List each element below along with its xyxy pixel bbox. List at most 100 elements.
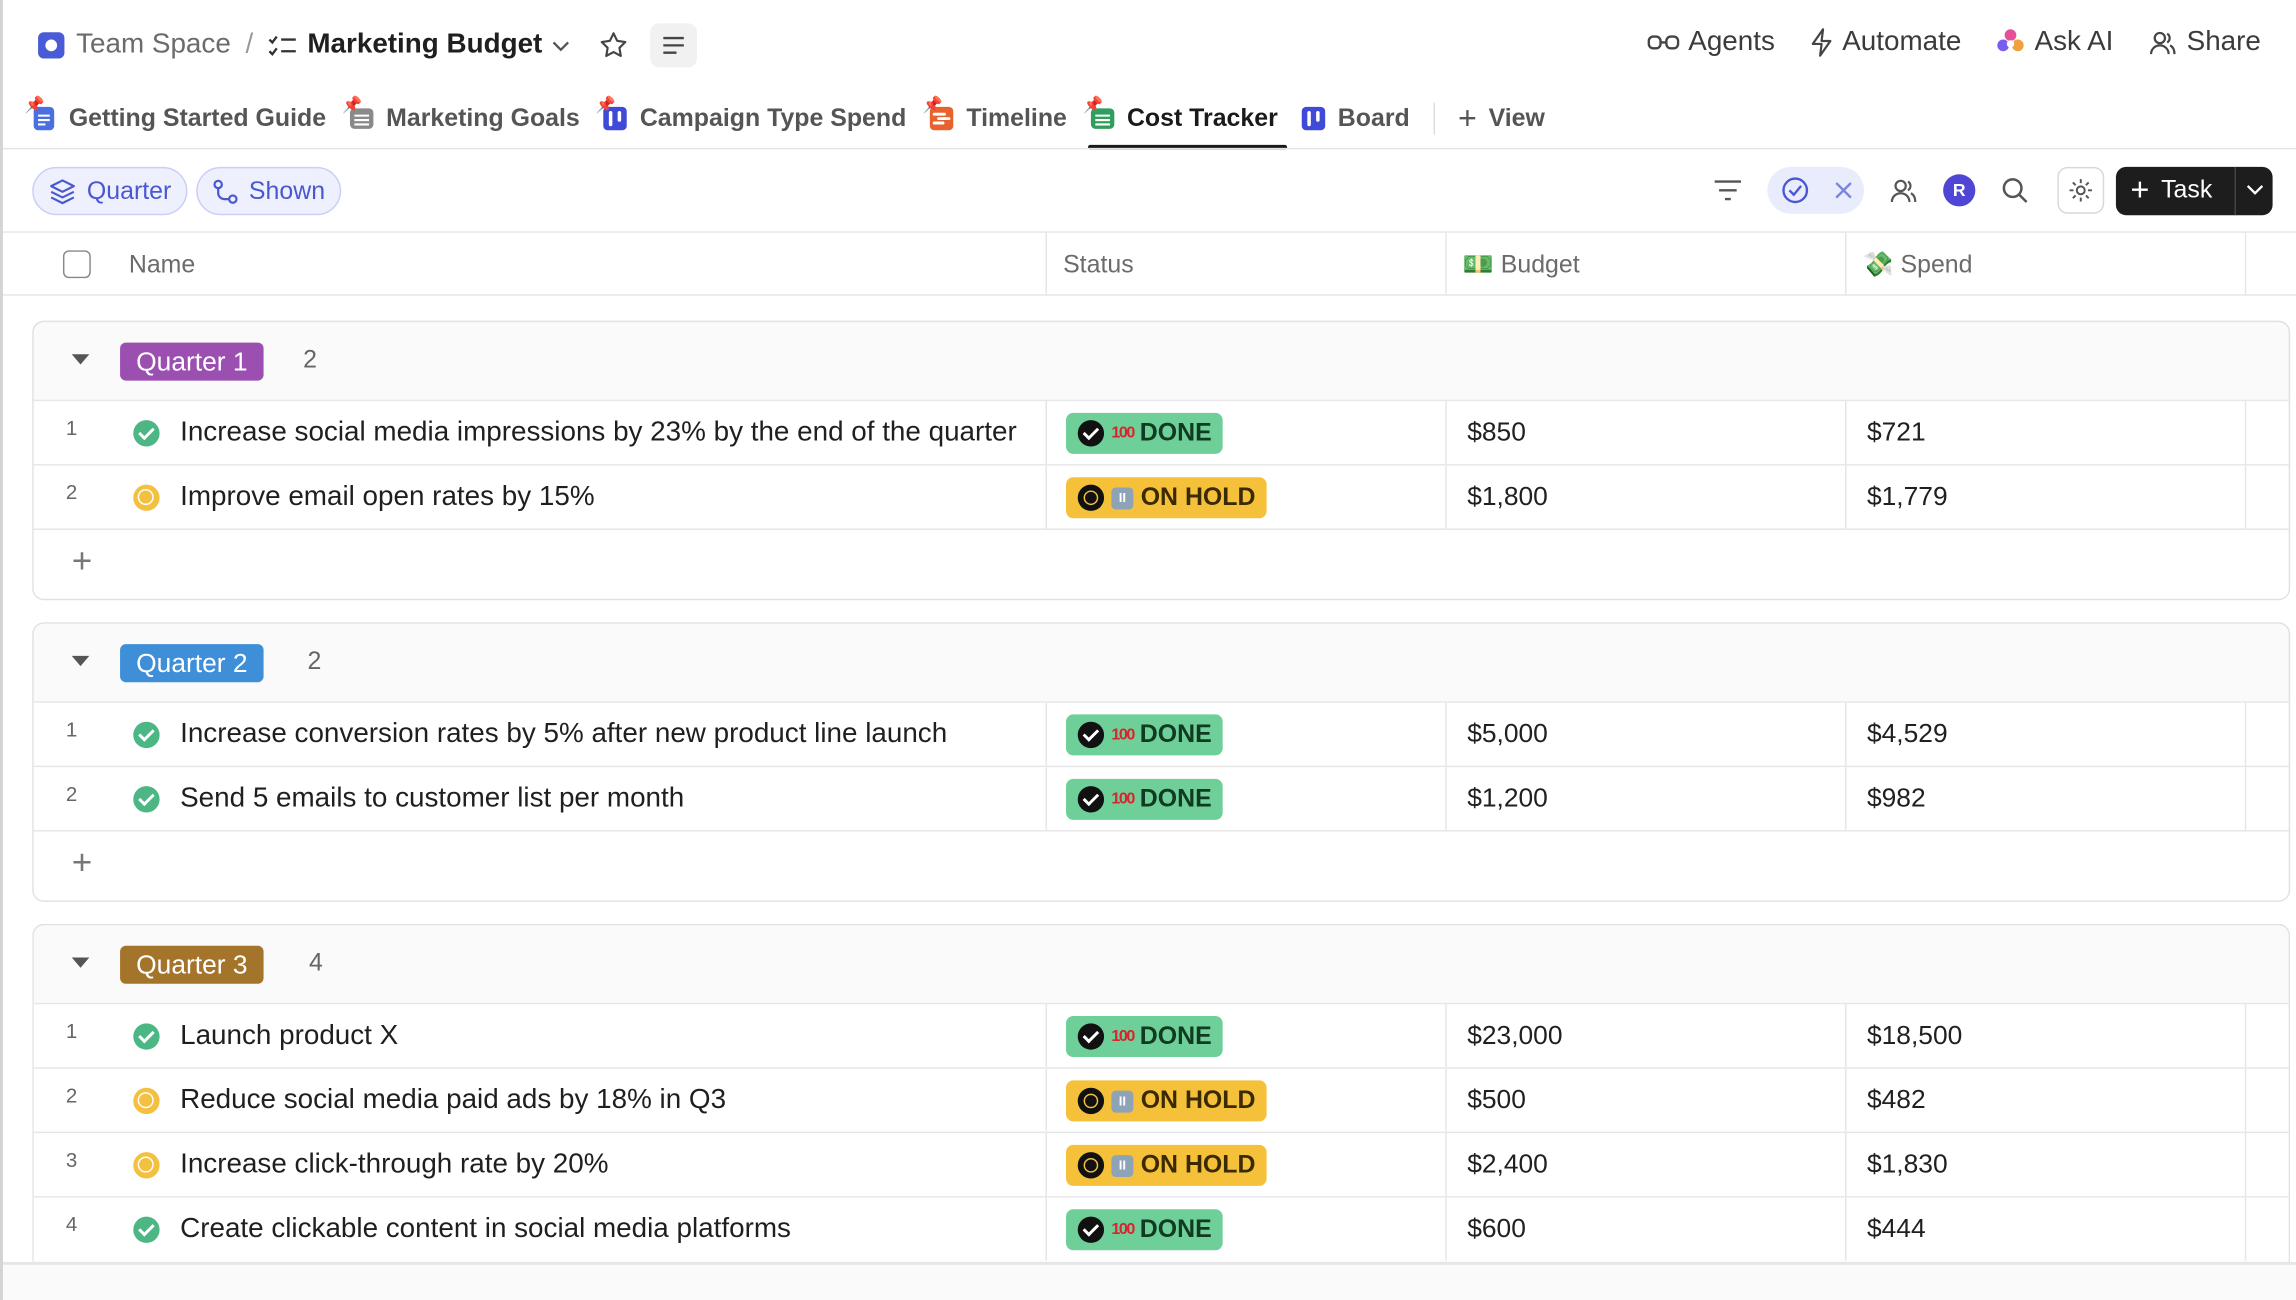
row-number: 1	[65, 717, 78, 741]
table-row[interactable]: 2 Send 5 emails to customer list per mont…	[33, 765, 2289, 831]
timeline-icon: 📌	[922, 97, 956, 133]
status-dot-icon[interactable]	[133, 786, 160, 813]
column-budget[interactable]: 💵 Budget	[1463, 233, 1580, 296]
tab-getting-started-guide[interactable]: 📌 Getting Started Guide	[25, 88, 326, 149]
task-name[interactable]: Reduce social media paid ads by 18% in Q…	[180, 1069, 1044, 1132]
breadcrumb-space[interactable]: Team Space	[76, 29, 231, 61]
avatar[interactable]: R	[1943, 174, 1976, 207]
share-button[interactable]: Share	[2149, 26, 2261, 58]
add-task-row[interactable]: +	[33, 528, 2289, 599]
filter-icon[interactable]	[1706, 168, 1750, 212]
status-dot-icon[interactable]	[133, 1087, 160, 1115]
chevron-down-icon[interactable]	[2234, 166, 2273, 215]
ask-ai-button[interactable]: Ask AI	[1996, 26, 2113, 58]
status-badge[interactable]: II ON HOLD	[1066, 477, 1268, 519]
status-badge[interactable]: II ON HOLD	[1066, 1144, 1268, 1186]
budget-cell[interactable]: $1,800	[1467, 466, 1548, 529]
tab-timeline[interactable]: 📌 Timeline	[922, 88, 1066, 149]
status-dot-icon[interactable]	[133, 484, 160, 511]
add-view-button[interactable]: + View	[1458, 102, 1545, 134]
status-label: DONE	[1139, 784, 1212, 813]
chevron-down-icon[interactable]	[551, 38, 572, 53]
search-icon[interactable]	[1993, 168, 2037, 212]
status-badge[interactable]: 100 DONE	[1066, 1209, 1224, 1251]
task-name[interactable]: Increase social media impressions by 23%…	[180, 401, 1044, 464]
budget-cell[interactable]: $600	[1467, 1198, 1526, 1261]
tab-marketing-goals[interactable]: 📌 Marketing Goals	[342, 88, 580, 149]
table-row[interactable]: 1 Launch product X 100 DONE $23,000 $18,500	[33, 1002, 2289, 1068]
automate-button[interactable]: Automate	[1810, 26, 1961, 58]
status-badge[interactable]: 100 DONE	[1066, 714, 1224, 756]
breadcrumb-list[interactable]: Marketing Budget	[307, 29, 542, 61]
task-name[interactable]: Increase click-through rate by 20%	[180, 1133, 1044, 1196]
tab-board[interactable]: Board	[1298, 88, 1410, 149]
budget-cell[interactable]: $500	[1467, 1069, 1526, 1132]
description-menu-button[interactable]	[650, 23, 698, 68]
spend-cell[interactable]: $982	[1867, 767, 1926, 830]
column-status[interactable]: Status	[1063, 233, 1134, 296]
budget-cell[interactable]: $23,000	[1467, 1004, 1562, 1067]
settings-button[interactable]	[2057, 166, 2105, 214]
table-row[interactable]: 1 Increase social media impressions by 23…	[33, 399, 2289, 465]
status-dot-icon[interactable]	[133, 1216, 160, 1243]
add-task-row[interactable]: +	[33, 830, 2289, 901]
budget-cell[interactable]: $2,400	[1467, 1133, 1548, 1196]
spend-cell[interactable]: $18,500	[1867, 1004, 1962, 1067]
assignees-icon[interactable]	[1882, 168, 1926, 212]
table-row[interactable]: 2 Improve email open rates by 15% II ON HOL…	[33, 464, 2289, 529]
spend-cell[interactable]: $1,779	[1867, 466, 1948, 529]
task-name[interactable]: Send 5 emails to customer list per month	[180, 767, 1044, 830]
budget-cell[interactable]: $1,200	[1467, 767, 1548, 830]
task-name[interactable]: Create clickable content in social media…	[180, 1198, 1044, 1261]
spend-cell[interactable]: $482	[1867, 1069, 1926, 1132]
task-name[interactable]: Launch product X	[180, 1004, 1044, 1067]
table-row[interactable]: 3 Increase click-through rate by 20% II ON …	[33, 1131, 2289, 1197]
star-icon[interactable]	[598, 29, 630, 61]
status-dot-icon[interactable]	[133, 1023, 160, 1050]
group-tag[interactable]: Quarter 3	[120, 945, 264, 984]
status-badge[interactable]: 100 DONE	[1066, 778, 1224, 820]
pause-emoji-icon: II	[1111, 1089, 1134, 1112]
spend-cell[interactable]: $444	[1867, 1198, 1926, 1261]
budget-cell[interactable]: $5,000	[1467, 703, 1548, 766]
tab-cost-tracker[interactable]: 📌 Cost Tracker	[1083, 88, 1287, 150]
add-view-label: View	[1488, 103, 1545, 132]
status-dot-icon[interactable]	[133, 1152, 160, 1179]
subtasks-chip[interactable]: Shown	[196, 166, 342, 216]
closed-tasks-filter[interactable]	[1767, 166, 1865, 214]
status-badge[interactable]: 100 DONE	[1066, 1016, 1224, 1058]
agents-button[interactable]: Agents	[1647, 26, 1775, 58]
budget-cell[interactable]: $850	[1467, 401, 1526, 464]
row-number: 3	[65, 1147, 78, 1172]
status-badge[interactable]: 100 DONE	[1066, 412, 1224, 454]
collapse-caret-icon[interactable]	[71, 354, 90, 365]
spend-cell[interactable]: $1,830	[1867, 1133, 1948, 1196]
cell-divider	[1045, 465, 1047, 529]
status-dot-icon[interactable]	[133, 721, 160, 749]
collapse-caret-icon[interactable]	[71, 957, 90, 968]
group-tag[interactable]: Quarter 1	[120, 342, 264, 381]
select-all-checkbox[interactable]	[62, 233, 91, 296]
task-label: Task	[2161, 175, 2213, 204]
task-name[interactable]: Improve email open rates by 15%	[180, 466, 1044, 529]
pause-emoji-icon: II	[1111, 1154, 1134, 1177]
task-name[interactable]: Increase conversion rates by 5% after ne…	[180, 703, 1044, 766]
spend-cell[interactable]: $4,529	[1867, 703, 1948, 766]
group-by-chip[interactable]: Quarter	[32, 166, 188, 216]
cell-divider	[1845, 1197, 1847, 1261]
table-row[interactable]: 1 Increase conversion rates by 5% after n…	[33, 701, 2289, 766]
table-header: Name Status 💵 Budget 💸 Spend	[2, 231, 2296, 296]
status-dot-icon[interactable]	[133, 420, 160, 447]
cell-divider	[1045, 1004, 1047, 1068]
tab-campaign-type-spend[interactable]: 📌 Campaign Type Spend	[596, 88, 906, 149]
status-label: ON HOLD	[1140, 483, 1256, 511]
column-name[interactable]: Name	[129, 233, 195, 296]
add-task-button[interactable]: + Task	[2115, 166, 2273, 215]
column-spend[interactable]: 💸 Spend	[1863, 233, 1973, 296]
table-row[interactable]: 4 Create clickable content in social medi…	[33, 1196, 2289, 1261]
group-tag[interactable]: Quarter 2	[120, 644, 264, 683]
table-row[interactable]: 2 Reduce social media paid ads by 18% in …	[33, 1067, 2289, 1132]
status-badge[interactable]: II ON HOLD	[1066, 1080, 1268, 1122]
collapse-caret-icon[interactable]	[71, 655, 90, 667]
spend-cell[interactable]: $721	[1867, 401, 1926, 464]
